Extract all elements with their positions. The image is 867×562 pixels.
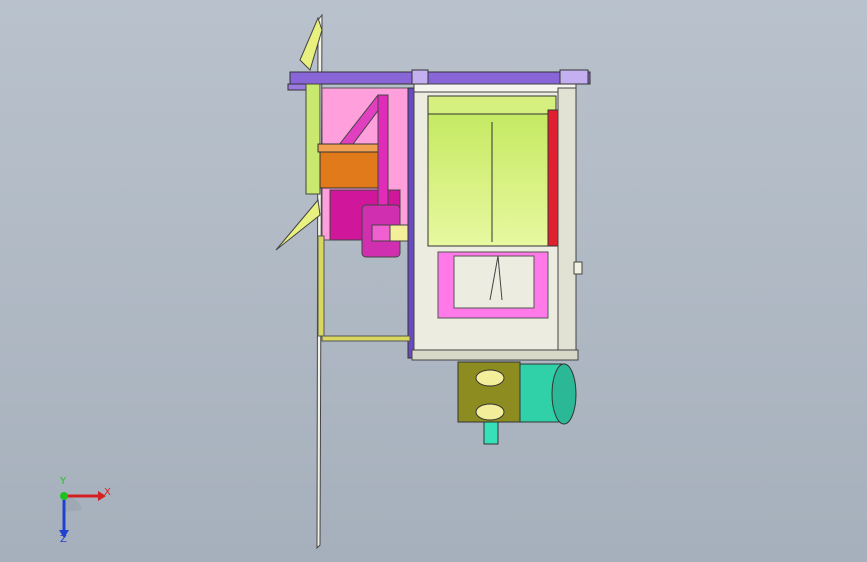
magenta-motor-cap xyxy=(371,224,391,242)
teal-motor-end xyxy=(551,363,577,425)
inner-hopper-void xyxy=(453,255,535,309)
drum-top-band xyxy=(427,95,557,115)
gearbox-nut-lower xyxy=(475,403,505,421)
foot-left xyxy=(411,69,429,85)
orientation-triad: X Y Z xyxy=(44,476,124,552)
frame-bottom-rail xyxy=(411,349,579,361)
top-frame-beam xyxy=(289,71,591,85)
x-axis-label: X xyxy=(104,487,111,498)
z-axis-label: Z xyxy=(60,534,67,545)
yellow-rod-upper xyxy=(317,235,325,337)
right-latch xyxy=(573,261,583,275)
foot-right xyxy=(559,69,589,85)
y-axis-label: Y xyxy=(60,476,67,487)
green-column xyxy=(305,83,321,195)
3d-viewport[interactable]: X Y Z xyxy=(0,0,867,562)
frame-top-rail xyxy=(413,83,577,93)
cad-model[interactable] xyxy=(0,0,867,562)
orange-box xyxy=(319,149,383,189)
orange-box-top xyxy=(317,143,385,153)
right-side-panel xyxy=(557,87,577,359)
triad-graphic xyxy=(59,491,106,538)
yellow-rod-lower xyxy=(321,335,411,342)
blade-lower-fin xyxy=(275,198,321,251)
drum-side-red xyxy=(547,109,559,247)
teal-shaft xyxy=(483,421,499,445)
magenta-pipe xyxy=(377,94,389,206)
top-frame-flange xyxy=(287,83,309,91)
gearbox-nut-upper xyxy=(475,369,505,387)
y-axis-dot xyxy=(60,492,68,500)
